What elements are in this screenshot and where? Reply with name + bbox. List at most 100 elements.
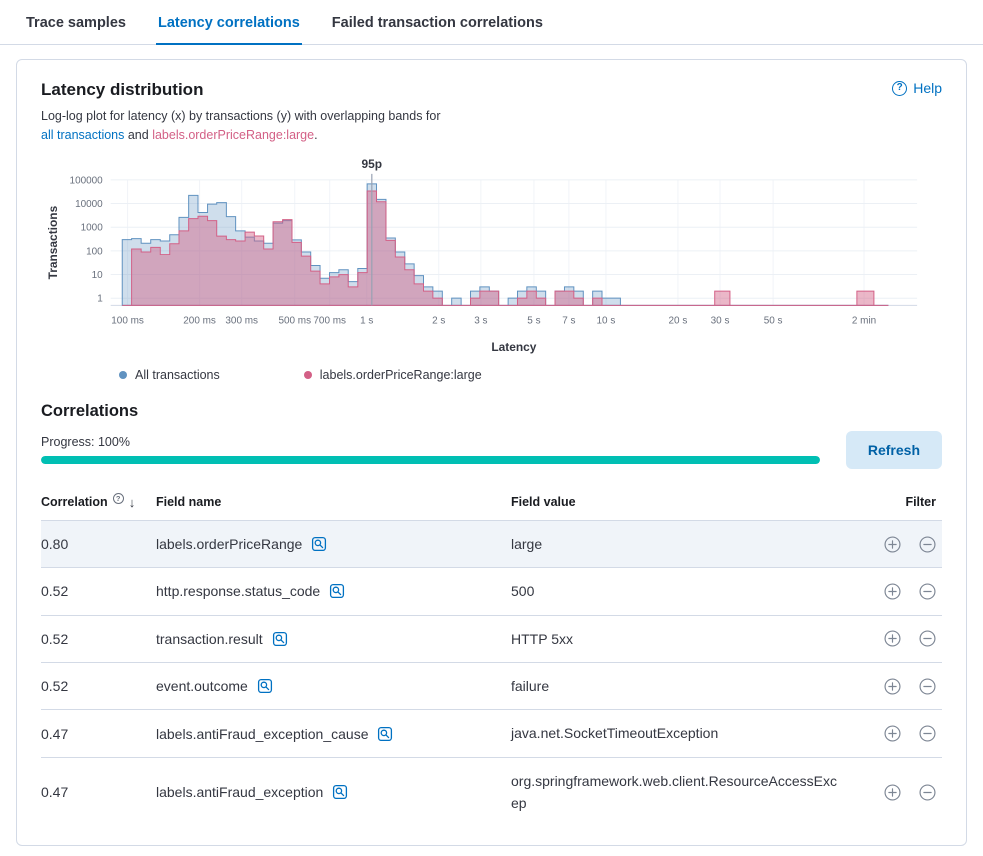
filter-include-icon[interactable] [884, 784, 901, 801]
svg-text:2 s: 2 s [432, 315, 445, 326]
legend-item[interactable]: All transactions [119, 368, 220, 382]
field-name: event.outcome [156, 678, 248, 694]
field-value: HTTP 5xx [511, 628, 852, 650]
field-name: labels.antiFraud_exception_cause [156, 726, 368, 742]
progress-bar [41, 456, 820, 464]
field-name: labels.antiFraud_exception [156, 784, 323, 800]
svg-text:10: 10 [92, 270, 104, 281]
tab-bar: Trace samples Latency correlations Faile… [0, 0, 983, 45]
legend-label: All transactions [135, 368, 220, 382]
progress-fill [41, 456, 820, 464]
correlations-title: Correlations [41, 402, 942, 421]
svg-text:10000: 10000 [75, 199, 103, 210]
chart-legend: All transactions labels.orderPriceRange:l… [41, 368, 942, 382]
correlation-value: 0.52 [41, 631, 156, 647]
svg-text:10 s: 10 s [597, 315, 616, 326]
svg-text:7 s: 7 s [562, 315, 575, 326]
question-in-circle-icon: ? [113, 493, 124, 504]
svg-text:500 ms: 500 ms [278, 315, 311, 326]
svg-text:1000: 1000 [81, 222, 104, 233]
correlation-value: 0.52 [41, 678, 156, 694]
inspect-icon[interactable] [311, 536, 327, 552]
svg-text:2 min: 2 min [852, 315, 876, 326]
tab-failed-transaction-correlations[interactable]: Failed transaction correlations [330, 0, 545, 45]
svg-text:700 ms: 700 ms [313, 315, 346, 326]
filter-exclude-icon[interactable] [919, 536, 936, 553]
filter-include-icon[interactable] [884, 725, 901, 742]
inspect-icon[interactable] [332, 784, 348, 800]
svg-text:20 s: 20 s [669, 315, 688, 326]
field-value: 500 [511, 580, 852, 602]
filter-exclude-icon[interactable] [919, 678, 936, 695]
correlation-value: 0.52 [41, 583, 156, 599]
table-row[interactable]: 0.52 event.outcome failure [41, 662, 942, 709]
svg-text:Latency: Latency [491, 340, 536, 354]
field-value: large [511, 533, 852, 555]
filter-column-header: Filter [852, 495, 942, 509]
table-header-row: Correlation ? ↓ Field name Field value F… [41, 489, 942, 520]
table-body: 0.80 labels.orderPriceRange large [41, 520, 942, 827]
filter-exclude-icon[interactable] [919, 630, 936, 647]
svg-text:100: 100 [86, 246, 103, 257]
all-transactions-link[interactable]: all transactions [41, 128, 124, 142]
order-price-range-link[interactable]: labels.orderPriceRange:large [152, 128, 314, 142]
tab-latency-correlations[interactable]: Latency correlations [156, 0, 302, 45]
inspect-icon[interactable] [329, 583, 345, 599]
svg-text:50 s: 50 s [764, 315, 783, 326]
svg-text:Transactions: Transactions [46, 205, 60, 279]
svg-text:100000: 100000 [70, 175, 104, 186]
correlation-column-header[interactable]: Correlation ? ↓ [41, 495, 156, 510]
legend-item[interactable]: labels.orderPriceRange:large [304, 368, 482, 382]
table-row[interactable]: 0.52 transaction.result HTTP 5xx [41, 615, 942, 662]
tab-trace-samples[interactable]: Trace samples [24, 0, 128, 45]
latency-distribution-chart: 1 10 100 1000 10000 100000 95p 100 ms 200 ms 300 … [41, 156, 942, 360]
filter-include-icon[interactable] [884, 536, 901, 553]
svg-text:30 s: 30 s [711, 315, 730, 326]
filter-include-icon[interactable] [884, 678, 901, 695]
correlation-value: 0.47 [41, 726, 156, 742]
svg-text:95p: 95p [362, 157, 383, 171]
table-row[interactable]: 0.47 labels.antiFraud_exception_cause ja… [41, 709, 942, 756]
svg-text:300 ms: 300 ms [225, 315, 258, 326]
description-line1: Log-log plot for latency (x) by transact… [41, 107, 441, 126]
svg-text:1 s: 1 s [360, 315, 373, 326]
chart-description: Log-log plot for latency (x) by transact… [41, 107, 441, 146]
inspect-icon[interactable] [272, 631, 288, 647]
filter-include-icon[interactable] [884, 583, 901, 600]
correlation-value: 0.47 [41, 784, 156, 800]
table-row[interactable]: 0.80 labels.orderPriceRange large [41, 520, 942, 567]
inspect-icon[interactable] [257, 678, 273, 694]
help-button[interactable]: ? Help [892, 80, 942, 96]
svg-text:100 ms: 100 ms [111, 315, 144, 326]
svg-text:200 ms: 200 ms [183, 315, 216, 326]
legend-dot-icon [304, 371, 312, 379]
refresh-button[interactable]: Refresh [846, 431, 942, 469]
svg-text:3 s: 3 s [474, 315, 487, 326]
correlation-value: 0.80 [41, 536, 156, 552]
inspect-icon[interactable] [377, 726, 393, 742]
field-name-column-header: Field name [156, 495, 511, 509]
field-value: org.springframework.web.client.ResourceA… [511, 770, 852, 815]
filter-exclude-icon[interactable] [919, 725, 936, 742]
page-title: Latency distribution [41, 80, 441, 100]
filter-exclude-icon[interactable] [919, 583, 936, 600]
legend-dot-icon [119, 371, 127, 379]
sort-descending-icon: ↓ [129, 495, 136, 510]
filter-include-icon[interactable] [884, 630, 901, 647]
svg-text:5 s: 5 s [527, 315, 540, 326]
correlations-table: Correlation ? ↓ Field name Field value F… [41, 489, 942, 827]
table-row[interactable]: 0.52 http.response.status_code 500 [41, 567, 942, 614]
latency-correlations-panel: Latency distribution Log-log plot for la… [16, 59, 967, 846]
field-name: labels.orderPriceRange [156, 536, 302, 552]
field-value-column-header: Field value [511, 495, 852, 509]
legend-label: labels.orderPriceRange:large [320, 368, 482, 382]
filter-exclude-icon[interactable] [919, 784, 936, 801]
svg-text:1: 1 [97, 293, 103, 304]
field-value: java.net.SocketTimeoutException [511, 722, 852, 744]
table-row[interactable]: 0.47 labels.antiFraud_exception org.spri… [41, 757, 942, 827]
field-name: http.response.status_code [156, 583, 320, 599]
progress-label: Progress: 100% [41, 435, 820, 449]
field-name: transaction.result [156, 631, 263, 647]
field-value: failure [511, 675, 852, 697]
help-icon: ? [892, 81, 907, 96]
